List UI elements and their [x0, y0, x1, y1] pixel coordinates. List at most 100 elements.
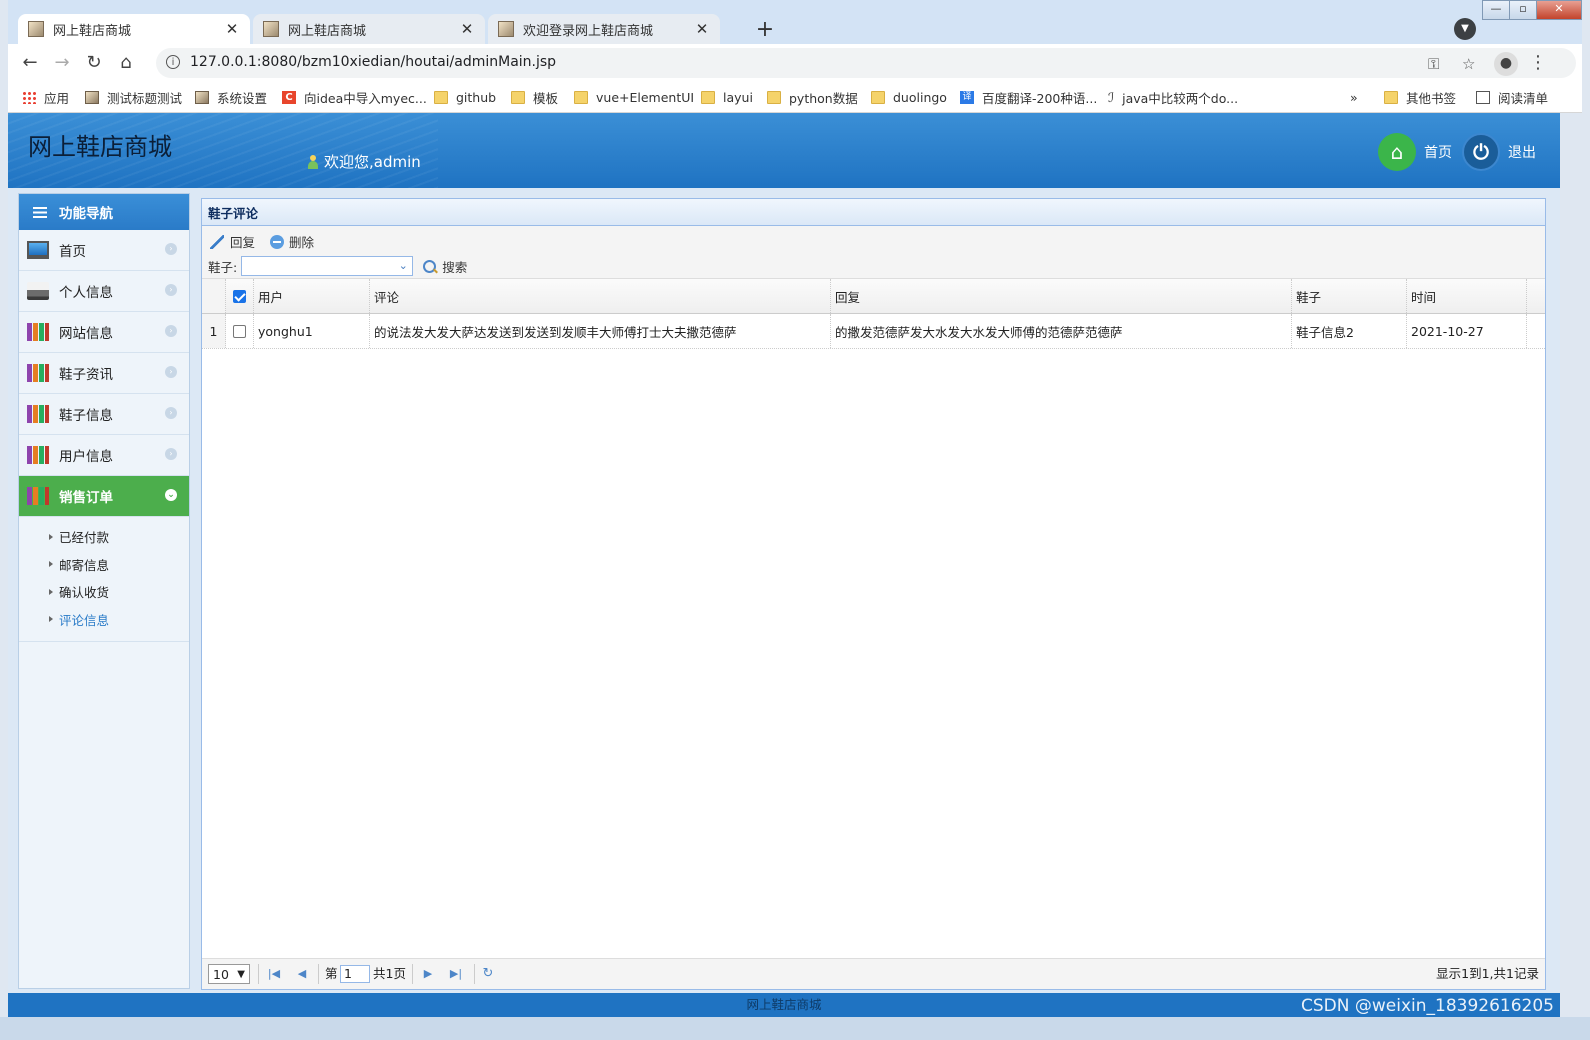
bookmark-item[interactable]: github: [434, 88, 496, 106]
close-tab-icon[interactable]: ✕: [459, 20, 475, 38]
browser-tab-1[interactable]: 网上鞋店商城 ✕: [18, 14, 250, 44]
shoe-select[interactable]: ⌄: [241, 256, 414, 276]
browser-menu-icon[interactable]: ⋮: [1526, 52, 1550, 76]
submenu-item-comments[interactable]: 评论信息: [19, 606, 189, 634]
reading-list[interactable]: 阅读清单: [1476, 88, 1548, 106]
column-header-shoe[interactable]: 鞋子: [1292, 279, 1407, 313]
address-bar[interactable]: i 127.0.0.1:8080/bzm10xiedian/houtai/adm…: [156, 48, 1576, 78]
sidebar-item-profile[interactable]: 个人信息 ›: [19, 271, 189, 312]
column-header-comment[interactable]: 评论: [370, 279, 831, 313]
c-icon: C: [282, 90, 296, 104]
bookmark-item[interactable]: layui: [701, 88, 753, 106]
forward-arrow-icon[interactable]: →: [50, 52, 74, 76]
monitor-icon: [27, 241, 49, 259]
browser-toolbar: ← → ↻ ⌂ i 127.0.0.1:8080/bzm10xiedian/ho…: [8, 44, 1582, 82]
column-header-time[interactable]: 时间: [1407, 279, 1527, 313]
table-row[interactable]: 1 yonghu1 的说法发大发大萨达发送到发送到发顺丰大师傅打士大夫撒范德萨 …: [202, 314, 1545, 349]
chevron-down-icon[interactable]: ⌄: [394, 257, 412, 275]
filter-label: 鞋子:: [208, 259, 238, 275]
sidebar-item-label: 个人信息: [59, 285, 113, 301]
maximize-button[interactable]: ▫: [1509, 0, 1537, 20]
more-bookmarks-button[interactable]: »: [1350, 88, 1358, 106]
submenu-item-shipping[interactable]: 邮寄信息: [19, 551, 189, 579]
sidebar-item-users[interactable]: 用户信息 ›: [19, 435, 189, 476]
bookmark-item[interactable]: 译百度翻译-200种语...: [960, 88, 1097, 106]
chevron-right-icon: ›: [165, 284, 177, 296]
sidebar-item-label: 销售订单: [59, 490, 113, 506]
browser-tab-3[interactable]: 欢迎登录网上鞋店商城 ✕: [488, 14, 720, 44]
page-size-select[interactable]: 10 ▼: [208, 964, 250, 984]
prev-page-icon[interactable]: ◀: [294, 964, 310, 984]
home-button[interactable]: ⌂ 首页: [1378, 133, 1452, 171]
sidebar-item-site-info[interactable]: 网站信息 ›: [19, 312, 189, 353]
sidebar-item-home[interactable]: 首页 ›: [19, 230, 189, 271]
submenu-item-received[interactable]: 确认收货: [19, 578, 189, 606]
key-icon[interactable]: ⚿: [1428, 55, 1439, 73]
reload-icon[interactable]: ↻: [82, 52, 106, 76]
window-close-button[interactable]: ✕: [1536, 0, 1582, 20]
reply-button[interactable]: 回复: [210, 232, 255, 251]
bookmark-item[interactable]: 模板: [511, 88, 558, 106]
page-icon: [195, 90, 209, 104]
search-button[interactable]: 搜索: [423, 257, 467, 276]
bookmark-item[interactable]: duolingo: [871, 88, 947, 106]
close-tab-icon[interactable]: ✕: [694, 20, 710, 38]
cell-shoe: 鞋子信息2: [1292, 314, 1407, 348]
browser-tab-2[interactable]: 网上鞋店商城 ✕: [253, 14, 485, 44]
submenu-item-paid[interactable]: 已经付款: [19, 523, 189, 551]
books-icon: [27, 446, 49, 464]
url-text: 127.0.0.1:8080/bzm10xiedian/houtai/admin…: [190, 54, 557, 70]
sidebar-item-sales-orders[interactable]: 销售订单 ⌄: [19, 476, 189, 517]
tab-title: 网上鞋店商城: [288, 23, 367, 39]
bookmark-label: layui: [723, 89, 753, 105]
bookmark-star-icon[interactable]: ☆: [1462, 55, 1475, 73]
app-title: 网上鞋店商城: [28, 133, 172, 161]
window-bottom-edge: [0, 1017, 1590, 1040]
new-tab-button[interactable]: +: [752, 18, 778, 44]
logout-button[interactable]: ⏻ 退出: [1462, 133, 1536, 171]
sidebar-item-label: 用户信息: [59, 449, 113, 465]
site-info-icon[interactable]: i: [166, 55, 180, 69]
pager-divider: [412, 964, 413, 984]
bookmark-item[interactable]: vue+ElementUI: [574, 88, 694, 106]
profile-avatar-icon[interactable]: ●: [1494, 52, 1518, 76]
bookmark-item[interactable]: python数据: [767, 88, 858, 106]
column-header-user[interactable]: 用户: [254, 279, 370, 313]
sidebar: 功能导航 首页 › 个人信息 › 网站信息 › 鞋子资讯 › 鞋子信息 › 用户…: [18, 193, 190, 989]
other-bookmarks[interactable]: 其他书签: [1384, 88, 1456, 106]
home-icon[interactable]: ⌂: [114, 52, 138, 76]
welcome-message: 欢迎您,admin: [308, 151, 421, 172]
last-page-icon[interactable]: ▶|: [448, 964, 464, 984]
select-all-checkbox[interactable]: [233, 289, 246, 303]
remove-icon: [270, 234, 284, 249]
row-checkbox[interactable]: [233, 324, 246, 338]
bookmark-item[interactable]: ℐjava中比较两个do...: [1108, 88, 1238, 106]
bookmark-item[interactable]: C 向idea中导入myec...: [282, 88, 427, 106]
welcome-text: 欢迎您,admin: [324, 153, 421, 171]
refresh-icon[interactable]: ↻: [480, 964, 496, 984]
bookmark-item[interactable]: 系统设置: [195, 88, 267, 106]
bookmark-item[interactable]: 应用: [22, 88, 69, 106]
record-summary: 显示1到1,共1记录: [1436, 966, 1539, 981]
sidebar-item-shoe-info[interactable]: 鞋子信息 ›: [19, 394, 189, 435]
back-arrow-icon[interactable]: ←: [18, 52, 42, 76]
bookmark-label: 系统设置: [217, 90, 268, 106]
sidebar-item-shoe-news[interactable]: 鞋子资讯 ›: [19, 353, 189, 394]
bookmark-label: 其他书签: [1406, 90, 1457, 106]
folder-icon: [767, 90, 781, 104]
first-page-icon[interactable]: |◀: [266, 964, 282, 984]
column-header-reply[interactable]: 回复: [831, 279, 1292, 313]
tab-search-icon[interactable]: ▼: [1454, 18, 1476, 40]
home-label: 首页: [1424, 145, 1452, 161]
next-page-icon[interactable]: ▶: [420, 964, 436, 984]
page-number-input[interactable]: 1: [340, 965, 370, 983]
bookmark-item[interactable]: 测试标题测试: [85, 88, 182, 106]
minimize-button[interactable]: —: [1482, 0, 1510, 20]
bookmark-label: java中比较两个do...: [1122, 90, 1239, 106]
close-tab-icon[interactable]: ✕: [224, 20, 240, 38]
delete-button[interactable]: 删除: [270, 232, 314, 251]
pager-divider: [474, 964, 475, 984]
window-controls: — ▫ ✕: [1482, 0, 1582, 20]
apps-icon: [22, 90, 36, 104]
list-icon: [33, 206, 47, 218]
